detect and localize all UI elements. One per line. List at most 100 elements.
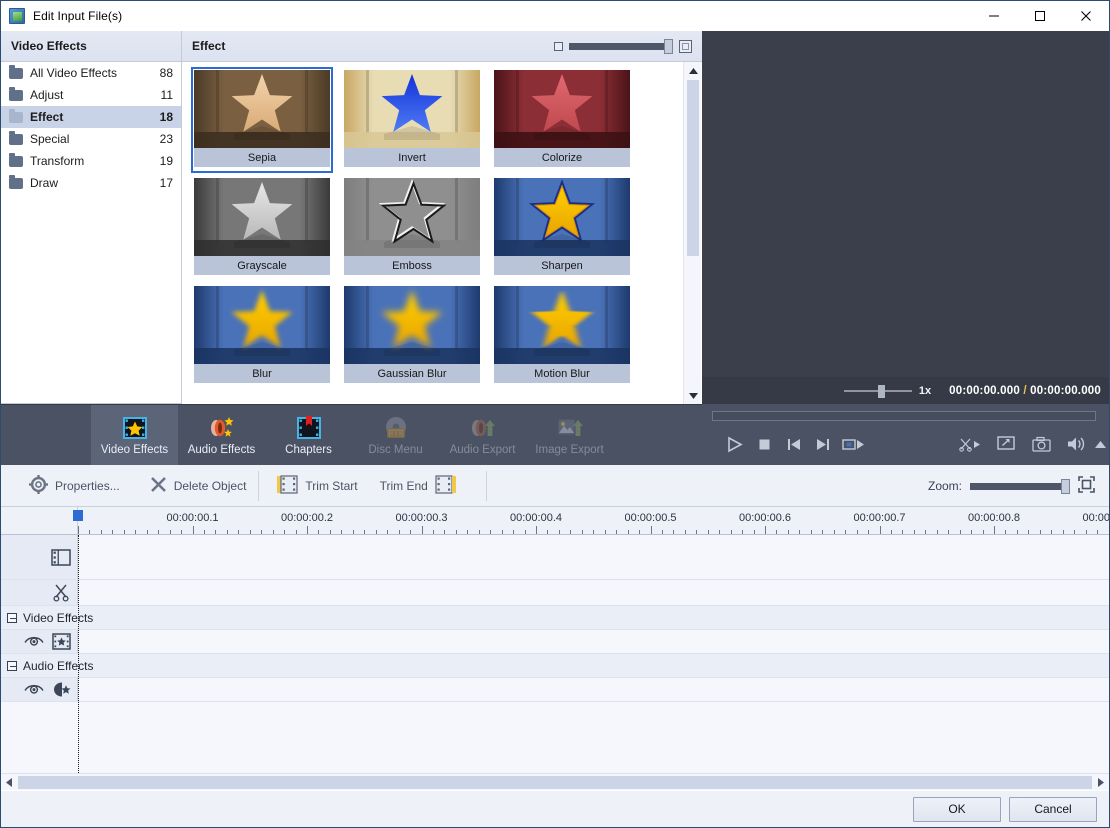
playhead-handle[interactable]: [73, 510, 83, 521]
ruler-tick: [432, 530, 434, 534]
track-header[interactable]: [1, 630, 78, 653]
category-row-special[interactable]: Special 23: [1, 128, 181, 150]
effect-tile-emboss[interactable]: Emboss: [341, 175, 483, 281]
trim-end-button[interactable]: Trim End: [370, 474, 468, 497]
track-group-row[interactable]: Video Effects: [1, 606, 1109, 630]
zoom-control: Zoom:: [928, 475, 1109, 496]
ruler-tick: [765, 526, 766, 534]
close-icon: [150, 476, 167, 496]
delete-object-button[interactable]: Delete Object: [132, 476, 259, 496]
track-row[interactable]: [1, 630, 1109, 654]
effect-thumbnail: [344, 286, 480, 364]
category-row-effect[interactable]: Effect 18: [1, 106, 181, 128]
fullscreen-button[interactable]: [991, 429, 1021, 459]
effects-grid-scrollbar[interactable]: [683, 62, 701, 404]
track-header[interactable]: [1, 678, 78, 701]
ruler-tick: [490, 530, 492, 534]
volume-expand-button[interactable]: [1092, 429, 1109, 459]
timeline-horizontal-scrollbar[interactable]: [1, 773, 1109, 790]
audio-effect-icon[interactable]: [52, 681, 71, 698]
effect-tile-sharpen[interactable]: Sharpen: [491, 175, 633, 281]
video-preview[interactable]: [702, 31, 1109, 404]
scissors-icon[interactable]: [53, 584, 71, 602]
small-thumbnail-icon[interactable]: [554, 41, 563, 51]
scrollbar-thumb[interactable]: [687, 80, 699, 256]
track-header[interactable]: Video Effects: [1, 606, 1109, 629]
scroll-right-icon[interactable]: [1093, 774, 1109, 791]
fit-to-window-icon[interactable]: [1078, 475, 1095, 496]
ruler-tick: [181, 530, 183, 534]
track-lane[interactable]: [78, 630, 1109, 653]
effect-thumbnail: [494, 70, 630, 148]
category-list[interactable]: All Video Effects 88 Adjust 11 Effect 18 Speci…: [1, 62, 182, 404]
trim-start-button[interactable]: Trim Start: [259, 474, 369, 497]
effect-tile-motion-blur[interactable]: Motion Blur: [491, 283, 633, 389]
category-count: 11: [160, 88, 173, 102]
track-row[interactable]: [1, 535, 1109, 580]
video-effect-icon[interactable]: [52, 633, 71, 650]
maximize-button[interactable]: [1017, 1, 1063, 31]
track-header[interactable]: [1, 580, 78, 605]
frame-advance-button[interactable]: [838, 429, 868, 459]
track-lane[interactable]: [78, 678, 1109, 701]
track-row[interactable]: [1, 580, 1109, 606]
thumbnail-size-slider[interactable]: [569, 39, 673, 54]
minimize-button[interactable]: [971, 1, 1017, 31]
timeline-tracks[interactable]: Video EffectsAudio Effects chcracked.com: [1, 535, 1109, 773]
ruler-tick: [261, 530, 263, 534]
category-row-adjust[interactable]: Adjust 11: [1, 84, 181, 106]
scroll-left-icon[interactable]: [1, 774, 17, 791]
scroll-down-icon[interactable]: [684, 387, 702, 404]
track-lane[interactable]: [78, 580, 1109, 605]
nav-tab-audio-effects[interactable]: Audio Effects: [178, 405, 265, 465]
effect-tile-grayscale[interactable]: Grayscale: [191, 175, 333, 281]
track-group-row[interactable]: Audio Effects: [1, 654, 1109, 678]
track-header[interactable]: [1, 535, 78, 579]
category-label: All Video Effects: [30, 66, 117, 80]
previous-button[interactable]: [779, 429, 809, 459]
ruler-tick: [1074, 530, 1076, 534]
zoom-slider[interactable]: [970, 478, 1070, 494]
cut-button[interactable]: [956, 429, 986, 459]
track-header[interactable]: Audio Effects: [1, 654, 1109, 677]
close-button[interactable]: [1063, 1, 1109, 31]
cancel-button[interactable]: Cancel: [1009, 796, 1097, 822]
ok-button[interactable]: OK: [913, 796, 1001, 822]
eye-icon[interactable]: [24, 683, 44, 696]
volume-button[interactable]: [1062, 429, 1092, 459]
collapse-icon[interactable]: [7, 612, 17, 623]
track-row[interactable]: [1, 678, 1109, 702]
stop-button[interactable]: [750, 429, 780, 459]
hscrollbar-thumb[interactable]: [18, 775, 1092, 789]
properties-button[interactable]: Properties...: [1, 474, 132, 497]
nav-tab-video-effects[interactable]: Video Effects: [91, 405, 178, 465]
effect-tile-blur[interactable]: Blur: [191, 283, 333, 389]
snapshot-button[interactable]: [1027, 429, 1057, 459]
eye-icon[interactable]: [24, 635, 44, 648]
effects-grid[interactable]: Sepia Invert Colorize Grayscale Emboss Sharpe…: [182, 62, 702, 404]
film-strip-icon[interactable]: [51, 548, 71, 566]
category-row-all-video-effects[interactable]: All Video Effects 88: [1, 62, 181, 84]
effect-tile-gaussian-blur[interactable]: Gaussian Blur: [341, 283, 483, 389]
window-title: Edit Input File(s): [33, 9, 123, 23]
collapse-icon[interactable]: [7, 660, 17, 671]
ruler-tick: [421, 526, 423, 534]
transport-buttons: [702, 426, 1109, 462]
category-row-draw[interactable]: Draw 17: [1, 172, 181, 194]
scroll-up-icon[interactable]: [684, 62, 702, 79]
timeline-ruler[interactable]: 00:00:00.1 00:00:00.2 00:00:00.3 00:00:00.4…: [1, 507, 1109, 535]
seek-bar[interactable]: [712, 411, 1096, 421]
nav-tab-chapters[interactable]: Chapters: [265, 405, 352, 465]
next-button[interactable]: [809, 429, 839, 459]
category-row-transform[interactable]: Transform 19: [1, 150, 181, 172]
play-button[interactable]: [720, 429, 750, 459]
ruler-tick: [364, 530, 366, 534]
track-lane[interactable]: [78, 535, 1109, 579]
large-thumbnail-icon[interactable]: [679, 39, 692, 53]
effect-tile-colorize[interactable]: Colorize: [491, 67, 633, 173]
ruler-tick: [1028, 530, 1030, 534]
effect-tile-sepia[interactable]: Sepia: [191, 67, 333, 173]
ruler-tick: [375, 530, 377, 534]
playback-speed-slider[interactable]: [843, 384, 912, 398]
effect-tile-invert[interactable]: Invert: [341, 67, 483, 173]
